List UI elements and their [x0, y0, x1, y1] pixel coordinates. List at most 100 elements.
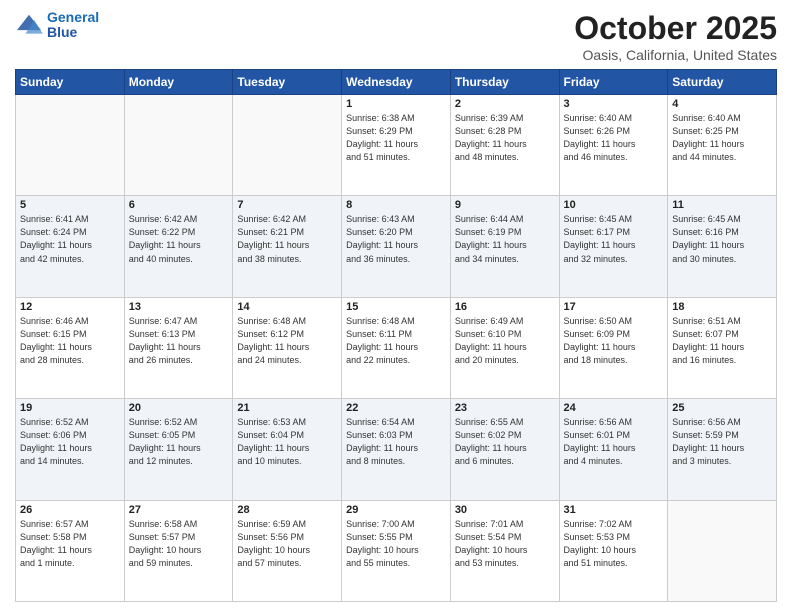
day-number: 23 — [455, 402, 555, 414]
day-number: 2 — [455, 98, 555, 110]
day-info: Sunrise: 6:48 AM Sunset: 6:12 PM Dayligh… — [237, 315, 337, 367]
day-info: Sunrise: 6:52 AM Sunset: 6:05 PM Dayligh… — [129, 416, 229, 468]
day-number: 24 — [564, 402, 664, 414]
header: General Blue October 2025 Oasis, Califor… — [15, 10, 777, 63]
calendar-cell: 15Sunrise: 6:48 AM Sunset: 6:11 PM Dayli… — [342, 297, 451, 398]
day-number: 30 — [455, 504, 555, 516]
logo-line1: General — [47, 9, 99, 25]
calendar-cell: 5 Sunrise: 6:41 AM Sunset: 6:24 PM Daylig… — [16, 196, 125, 297]
day-number: 25 — [672, 402, 772, 414]
calendar-cell: 31Sunrise: 7:02 AM Sunset: 5:53 PM Dayli… — [559, 500, 668, 601]
logo: General Blue — [15, 10, 99, 41]
calendar-table: SundayMondayTuesdayWednesdayThursdayFrid… — [15, 69, 777, 602]
day-info: Sunrise: 6:52 AM Sunset: 6:06 PM Dayligh… — [20, 416, 120, 468]
calendar-cell: 17Sunrise: 6:50 AM Sunset: 6:09 PM Dayli… — [559, 297, 668, 398]
calendar-cell: 29Sunrise: 7:00 AM Sunset: 5:55 PM Dayli… — [342, 500, 451, 601]
day-number: 7 — [237, 199, 337, 211]
day-number: 22 — [346, 402, 446, 414]
calendar-cell — [668, 500, 777, 601]
calendar-cell: 16 Sunrise: 6:49 AM Sunset: 6:10 PM Dayli… — [450, 297, 559, 398]
day-info: Sunrise: 6:45 AM Sunset: 6:16 PM Dayligh… — [672, 213, 772, 265]
day-info: Sunrise: 6:49 AM Sunset: 6:10 PM Dayligh… — [455, 315, 555, 367]
day-number: 6 — [129, 199, 229, 211]
calendar-week-row: 26 Sunrise: 6:57 AM Sunset: 5:58 PM Dayli… — [16, 500, 777, 601]
calendar-cell: 30 Sunrise: 7:01 AM Sunset: 5:54 PM Dayli… — [450, 500, 559, 601]
day-info: Sunrise: 6:50 AM Sunset: 6:09 PM Dayligh… — [564, 315, 664, 367]
calendar-cell: 10 Sunrise: 6:45 AM Sunset: 6:17 PM Dayli… — [559, 196, 668, 297]
day-info: Sunrise: 7:01 AM Sunset: 5:54 PM Dayligh… — [455, 518, 555, 570]
day-info: Sunrise: 6:44 AM Sunset: 6:19 PM Dayligh… — [455, 213, 555, 265]
calendar-cell: 12Sunrise: 6:46 AM Sunset: 6:15 PM Dayli… — [16, 297, 125, 398]
day-number: 4 — [672, 98, 772, 110]
title-area: October 2025 Oasis, California, United S… — [574, 10, 777, 63]
day-info: Sunrise: 6:48 AM Sunset: 6:11 PM Dayligh… — [346, 315, 446, 367]
day-number: 16 — [455, 301, 555, 313]
weekday-header-sunday: Sunday — [16, 70, 125, 95]
day-number: 20 — [129, 402, 229, 414]
day-number: 29 — [346, 504, 446, 516]
calendar-cell: 26 Sunrise: 6:57 AM Sunset: 5:58 PM Dayli… — [16, 500, 125, 601]
day-number: 14 — [237, 301, 337, 313]
location-subtitle: Oasis, California, United States — [574, 47, 777, 63]
calendar-week-row: 1Sunrise: 6:38 AM Sunset: 6:29 PM Daylig… — [16, 95, 777, 196]
weekday-header-friday: Friday — [559, 70, 668, 95]
calendar-cell: 14 Sunrise: 6:48 AM Sunset: 6:12 PM Dayli… — [233, 297, 342, 398]
calendar-cell: 7Sunrise: 6:42 AM Sunset: 6:21 PM Daylig… — [233, 196, 342, 297]
weekday-header-monday: Monday — [124, 70, 233, 95]
calendar-cell — [124, 95, 233, 196]
calendar-cell: 4 Sunrise: 6:40 AM Sunset: 6:25 PM Daylig… — [668, 95, 777, 196]
day-number: 13 — [129, 301, 229, 313]
calendar-cell — [16, 95, 125, 196]
day-number: 28 — [237, 504, 337, 516]
day-info: Sunrise: 6:43 AM Sunset: 6:20 PM Dayligh… — [346, 213, 446, 265]
calendar-cell: 22 Sunrise: 6:54 AM Sunset: 6:03 PM Dayli… — [342, 399, 451, 500]
day-info: Sunrise: 6:55 AM Sunset: 6:02 PM Dayligh… — [455, 416, 555, 468]
day-info: Sunrise: 6:39 AM Sunset: 6:28 PM Dayligh… — [455, 112, 555, 164]
calendar-cell: 18Sunrise: 6:51 AM Sunset: 6:07 PM Dayli… — [668, 297, 777, 398]
day-number: 26 — [20, 504, 120, 516]
day-info: Sunrise: 6:38 AM Sunset: 6:29 PM Dayligh… — [346, 112, 446, 164]
day-info: Sunrise: 6:51 AM Sunset: 6:07 PM Dayligh… — [672, 315, 772, 367]
calendar-cell: 2 Sunrise: 6:39 AM Sunset: 6:28 PM Daylig… — [450, 95, 559, 196]
calendar-cell: 24Sunrise: 6:56 AM Sunset: 6:01 PM Dayli… — [559, 399, 668, 500]
day-number: 12 — [20, 301, 120, 313]
day-info: Sunrise: 6:40 AM Sunset: 6:25 PM Dayligh… — [672, 112, 772, 164]
weekday-header-row: SundayMondayTuesdayWednesdayThursdayFrid… — [16, 70, 777, 95]
day-info: Sunrise: 6:54 AM Sunset: 6:03 PM Dayligh… — [346, 416, 446, 468]
calendar-body: 1Sunrise: 6:38 AM Sunset: 6:29 PM Daylig… — [16, 95, 777, 602]
day-info: Sunrise: 6:41 AM Sunset: 6:24 PM Dayligh… — [20, 213, 120, 265]
calendar-week-row: 12Sunrise: 6:46 AM Sunset: 6:15 PM Dayli… — [16, 297, 777, 398]
day-info: Sunrise: 6:40 AM Sunset: 6:26 PM Dayligh… — [564, 112, 664, 164]
day-number: 9 — [455, 199, 555, 211]
weekday-header-thursday: Thursday — [450, 70, 559, 95]
calendar-cell: 27 Sunrise: 6:58 AM Sunset: 5:57 PM Dayli… — [124, 500, 233, 601]
day-info: Sunrise: 6:45 AM Sunset: 6:17 PM Dayligh… — [564, 213, 664, 265]
day-info: Sunrise: 6:59 AM Sunset: 5:56 PM Dayligh… — [237, 518, 337, 570]
calendar-week-row: 19 Sunrise: 6:52 AM Sunset: 6:06 PM Dayli… — [16, 399, 777, 500]
calendar-cell: 28 Sunrise: 6:59 AM Sunset: 5:56 PM Dayli… — [233, 500, 342, 601]
calendar-cell — [233, 95, 342, 196]
calendar-cell: 25 Sunrise: 6:56 AM Sunset: 5:59 PM Dayli… — [668, 399, 777, 500]
day-info: Sunrise: 6:53 AM Sunset: 6:04 PM Dayligh… — [237, 416, 337, 468]
calendar-cell: 6 Sunrise: 6:42 AM Sunset: 6:22 PM Daylig… — [124, 196, 233, 297]
day-number: 27 — [129, 504, 229, 516]
day-number: 5 — [20, 199, 120, 211]
calendar-cell: 13Sunrise: 6:47 AM Sunset: 6:13 PM Dayli… — [124, 297, 233, 398]
calendar-cell: 21Sunrise: 6:53 AM Sunset: 6:04 PM Dayli… — [233, 399, 342, 500]
day-number: 11 — [672, 199, 772, 211]
calendar-cell: 11 Sunrise: 6:45 AM Sunset: 6:16 PM Dayli… — [668, 196, 777, 297]
day-info: Sunrise: 6:58 AM Sunset: 5:57 PM Dayligh… — [129, 518, 229, 570]
day-number: 19 — [20, 402, 120, 414]
day-number: 3 — [564, 98, 664, 110]
day-info: Sunrise: 6:42 AM Sunset: 6:22 PM Dayligh… — [129, 213, 229, 265]
day-info: Sunrise: 6:57 AM Sunset: 5:58 PM Dayligh… — [20, 518, 120, 570]
calendar-cell: 19 Sunrise: 6:52 AM Sunset: 6:06 PM Dayli… — [16, 399, 125, 500]
day-number: 10 — [564, 199, 664, 211]
calendar-week-row: 5 Sunrise: 6:41 AM Sunset: 6:24 PM Daylig… — [16, 196, 777, 297]
weekday-header-saturday: Saturday — [668, 70, 777, 95]
day-number: 8 — [346, 199, 446, 211]
weekday-header-tuesday: Tuesday — [233, 70, 342, 95]
calendar-cell: 1Sunrise: 6:38 AM Sunset: 6:29 PM Daylig… — [342, 95, 451, 196]
day-info: Sunrise: 6:56 AM Sunset: 5:59 PM Dayligh… — [672, 416, 772, 468]
day-info: Sunrise: 7:02 AM Sunset: 5:53 PM Dayligh… — [564, 518, 664, 570]
